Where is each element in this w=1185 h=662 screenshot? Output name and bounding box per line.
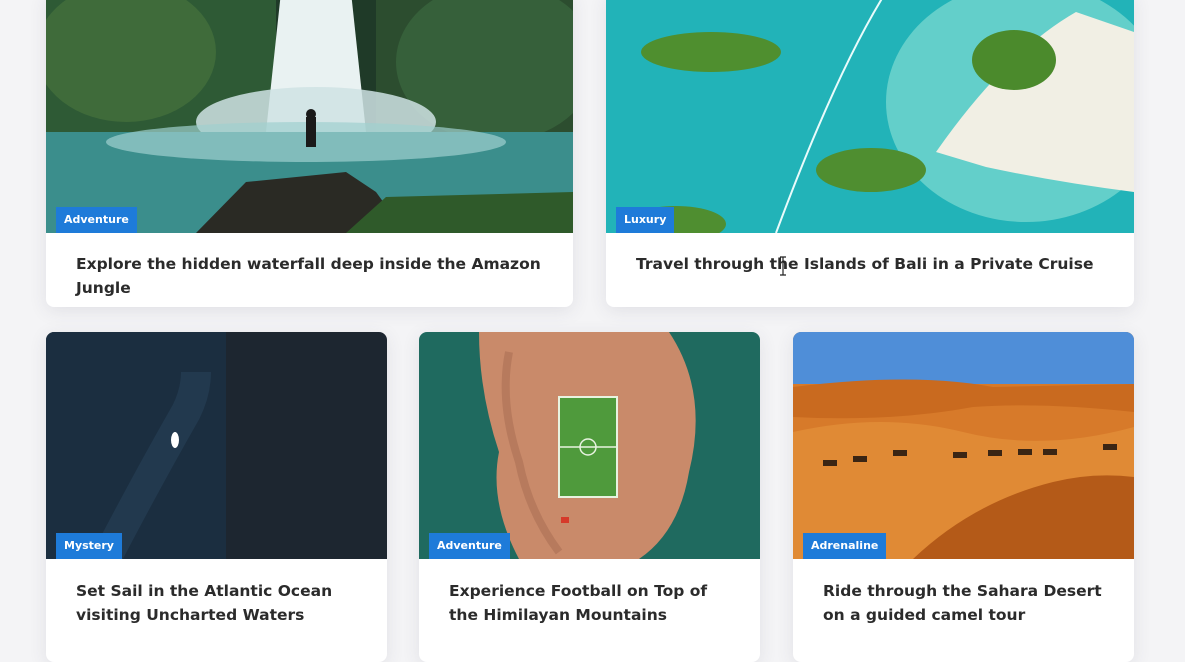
card-title[interactable]: Ride through the Sahara Desert on a guid… <box>823 579 1108 627</box>
category-badge: Mystery <box>56 533 122 559</box>
text-cursor-icon <box>780 256 786 276</box>
tour-card-atlantic[interactable]: Mystery Set Sail in the Atlantic Ocean v… <box>46 332 387 662</box>
atlantic-ocean-image[interactable]: Mystery <box>46 332 387 559</box>
tour-card-sahara[interactable]: Adrenaline Ride through the Sahara Deser… <box>793 332 1134 662</box>
waterfall-image[interactable]: Adventure <box>46 0 573 233</box>
tour-card-football[interactable]: Adventure Experience Football on Top of … <box>419 332 760 662</box>
card-title[interactable]: Set Sail in the Atlantic Ocean visiting … <box>76 579 361 627</box>
football-field-image[interactable]: Adventure <box>419 332 760 559</box>
category-badge: Adventure <box>429 533 510 559</box>
bali-islands-image[interactable]: Luxury <box>606 0 1134 233</box>
card-title[interactable]: Travel through the Islands of Bali in a … <box>636 252 1108 276</box>
category-badge: Adrenaline <box>803 533 887 559</box>
card-title[interactable]: Explore the hidden waterfall deep inside… <box>76 252 547 300</box>
category-badge: Adventure <box>56 207 137 233</box>
card-title[interactable]: Experience Football on Top of the Himila… <box>449 579 734 627</box>
tour-card-waterfall[interactable]: Adventure Explore the hidden waterfall d… <box>46 0 573 307</box>
sahara-desert-image[interactable]: Adrenaline <box>793 332 1134 559</box>
tour-card-bali[interactable]: Luxury Travel through the Islands of Bal… <box>606 0 1134 307</box>
category-badge: Luxury <box>616 207 675 233</box>
